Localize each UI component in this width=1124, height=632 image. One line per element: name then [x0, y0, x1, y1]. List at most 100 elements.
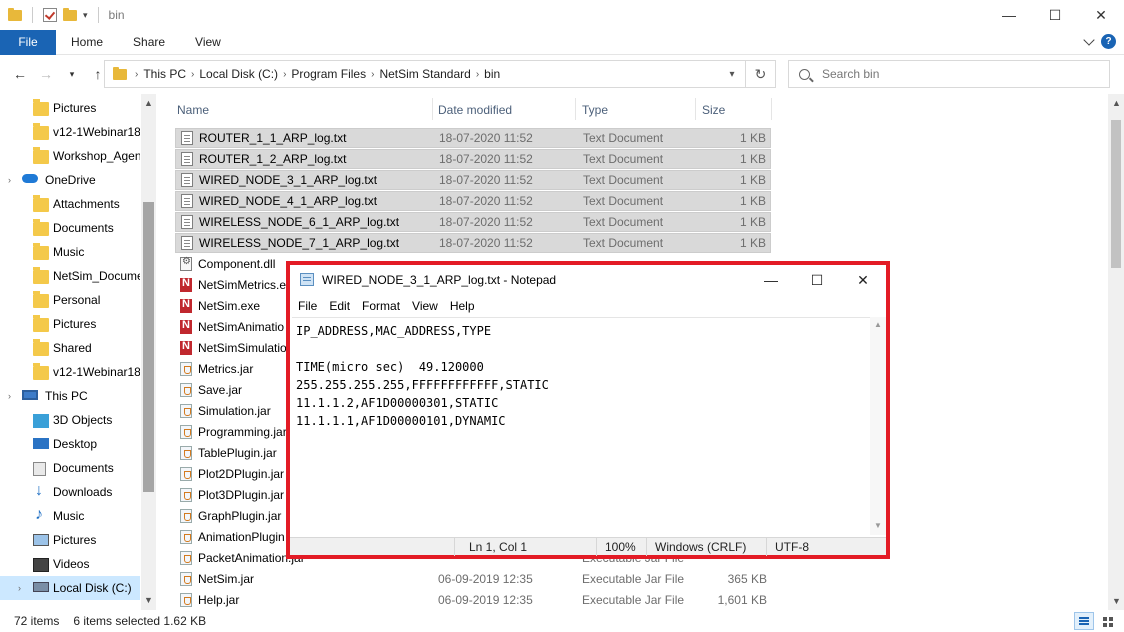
- file-row[interactable]: WIRED_NODE_4_1_ARP_log.txt 18-07-2020 11:…: [175, 191, 771, 211]
- column-header-type[interactable]: Type: [582, 100, 608, 120]
- scrollbar-thumb[interactable]: [143, 202, 154, 492]
- details-view-icon[interactable]: [1074, 612, 1094, 630]
- column-divider[interactable]: [695, 98, 696, 120]
- sidebar-item[interactable]: Shared: [0, 336, 140, 360]
- column-header-size[interactable]: Size: [702, 100, 725, 120]
- breadcrumb-bin[interactable]: bin: [484, 67, 500, 81]
- file-date-modified: 06-09-2019 12:35: [438, 572, 533, 586]
- file-list-scrollbar[interactable]: ▲ ▼: [1108, 94, 1124, 610]
- folder-icon[interactable]: [8, 7, 22, 21]
- close-button[interactable]: ✕: [1078, 0, 1124, 30]
- file-row[interactable]: NetSim.jar 06-09-2019 12:35 Executable Jar…: [175, 569, 771, 589]
- scroll-down-icon[interactable]: ▼: [1112, 596, 1121, 606]
- file-row[interactable]: ROUTER_1_1_ARP_log.txt 18-07-2020 11:52 Te…: [175, 128, 771, 148]
- ribbon-tab-view[interactable]: View: [180, 35, 236, 49]
- refresh-icon[interactable]: ↻: [745, 61, 775, 87]
- column-divider[interactable]: [432, 98, 433, 120]
- menu-view[interactable]: View: [412, 299, 438, 313]
- navigation-pane: Pictures v12-1Webinar18 Workshop_Agen › OneD…: [0, 94, 156, 610]
- sidebar-item[interactable]: Music: [0, 504, 140, 528]
- large-icons-view-icon[interactable]: [1098, 612, 1118, 630]
- sidebar-scrollbar[interactable]: ▲ ▼: [141, 94, 156, 610]
- sidebar-item[interactable]: Downloads: [0, 480, 140, 504]
- ribbon-tab-share[interactable]: Share: [118, 35, 180, 49]
- file-row[interactable]: Help.jar 06-09-2019 12:35 Executable Jar F…: [175, 590, 771, 610]
- sidebar-item[interactable]: › This PC: [0, 384, 140, 408]
- sidebar-item[interactable]: Videos: [0, 552, 140, 576]
- help-icon[interactable]: ?: [1101, 34, 1116, 49]
- column-header-name[interactable]: Name: [177, 100, 209, 120]
- notepad-close-button[interactable]: ✕: [840, 265, 886, 295]
- menu-edit[interactable]: Edit: [329, 299, 350, 313]
- recent-locations-icon[interactable]: ▾: [62, 64, 82, 84]
- menu-help[interactable]: Help: [450, 299, 475, 313]
- minimize-button[interactable]: —: [986, 0, 1032, 30]
- sidebar-item[interactable]: Workshop_Agen: [0, 144, 140, 168]
- quick-access-dropdown-icon[interactable]: ▾: [83, 10, 88, 21]
- menu-file[interactable]: File: [298, 299, 317, 313]
- scroll-up-icon[interactable]: ▲: [1112, 98, 1121, 108]
- file-row[interactable]: WIRELESS_NODE_6_1_ARP_log.txt 18-07-2020 …: [175, 212, 771, 232]
- address-bar[interactable]: › This PC › Local Disk (C:) › Program Fi…: [104, 60, 776, 88]
- sidebar-item[interactable]: Attachments: [0, 192, 140, 216]
- encoding: UTF-8: [775, 540, 809, 554]
- sidebar-item[interactable]: 3D Objects: [0, 408, 140, 432]
- sidebar-item[interactable]: Pictures: [0, 528, 140, 552]
- notepad-maximize-button[interactable]: ☐: [794, 265, 840, 295]
- sidebar-item[interactable]: › OneDrive: [0, 168, 140, 192]
- ribbon-tab-home[interactable]: Home: [56, 35, 118, 49]
- search-placeholder[interactable]: Search bin: [822, 67, 879, 81]
- expand-chevron-icon[interactable]: ›: [8, 391, 11, 401]
- chevron-right-icon[interactable]: ›: [283, 69, 286, 80]
- scrollbar-thumb[interactable]: [1111, 120, 1121, 268]
- maximize-button[interactable]: ☐: [1032, 0, 1078, 30]
- file-name: Plot3DPlugin.jar: [198, 488, 285, 502]
- file-row[interactable]: WIRED_NODE_3_1_ARP_log.txt 18-07-2020 11:…: [175, 170, 771, 190]
- breadcrumb-this-pc[interactable]: This PC: [143, 67, 186, 81]
- sidebar-item[interactable]: Pictures: [0, 96, 140, 120]
- address-dropdown-icon[interactable]: ▾: [723, 61, 741, 87]
- breadcrumb-program-files[interactable]: Program Files: [291, 67, 366, 81]
- sidebar-item[interactable]: Documents: [0, 216, 140, 240]
- search-box[interactable]: Search bin: [788, 60, 1110, 88]
- file-date-modified: 06-09-2019 12:35: [438, 593, 533, 607]
- forward-arrow-icon[interactable]: →: [36, 64, 56, 84]
- file-row[interactable]: ROUTER_1_2_ARP_log.txt 18-07-2020 11:52 Te…: [175, 149, 771, 169]
- notepad-text-area[interactable]: IP_ADDRESS,MAC_ADDRESS,TYPE TIME(micro s…: [292, 317, 870, 535]
- menu-format[interactable]: Format: [362, 299, 400, 313]
- chevron-right-icon[interactable]: ›: [135, 69, 138, 80]
- sidebar-item[interactable]: NetSim_Docume: [0, 264, 140, 288]
- column-divider[interactable]: [575, 98, 576, 120]
- scroll-up-icon[interactable]: ▲: [144, 98, 153, 108]
- file-row[interactable]: WIRELESS_NODE_7_1_ARP_log.txt 18-07-2020 …: [175, 233, 771, 253]
- sidebar-item[interactable]: Music: [0, 240, 140, 264]
- sidebar-item[interactable]: Desktop: [0, 432, 140, 456]
- file-name: Save.jar: [198, 383, 243, 397]
- notepad-scrollbar[interactable]: ▲ ▼: [870, 317, 886, 535]
- sidebar-item[interactable]: v12-1Webinar18: [0, 120, 140, 144]
- ribbon-file-tab[interactable]: File: [0, 29, 56, 55]
- breadcrumb-netsim-standard[interactable]: NetSim Standard: [379, 67, 470, 81]
- column-divider[interactable]: [771, 98, 772, 120]
- sidebar-item[interactable]: v12-1Webinar18: [0, 360, 140, 384]
- scroll-up-icon[interactable]: ▲: [874, 320, 882, 329]
- chevron-right-icon[interactable]: ›: [191, 69, 194, 80]
- properties-icon[interactable]: [43, 8, 57, 22]
- chevron-right-icon[interactable]: ›: [371, 69, 374, 80]
- sidebar-item[interactable]: Pictures: [0, 312, 140, 336]
- notepad-minimize-button[interactable]: —: [748, 265, 794, 295]
- sidebar-item[interactable]: Documents: [0, 456, 140, 480]
- expand-ribbon-icon[interactable]: [1083, 33, 1095, 46]
- sidebar-item-label: Desktop: [53, 437, 98, 451]
- new-folder-icon[interactable]: [63, 7, 77, 21]
- expand-chevron-icon[interactable]: ›: [18, 583, 21, 593]
- sidebar-item[interactable]: Personal: [0, 288, 140, 312]
- expand-chevron-icon[interactable]: ›: [8, 175, 11, 185]
- scroll-down-icon[interactable]: ▼: [874, 521, 882, 530]
- scroll-down-icon[interactable]: ▼: [144, 595, 153, 605]
- sidebar-item[interactable]: › Local Disk (C:): [0, 576, 140, 600]
- column-header-date-modified[interactable]: Date modified: [438, 100, 512, 120]
- breadcrumb-local-disk[interactable]: Local Disk (C:): [199, 67, 278, 81]
- back-arrow-icon[interactable]: ←: [10, 64, 30, 84]
- chevron-right-icon[interactable]: ›: [476, 69, 479, 80]
